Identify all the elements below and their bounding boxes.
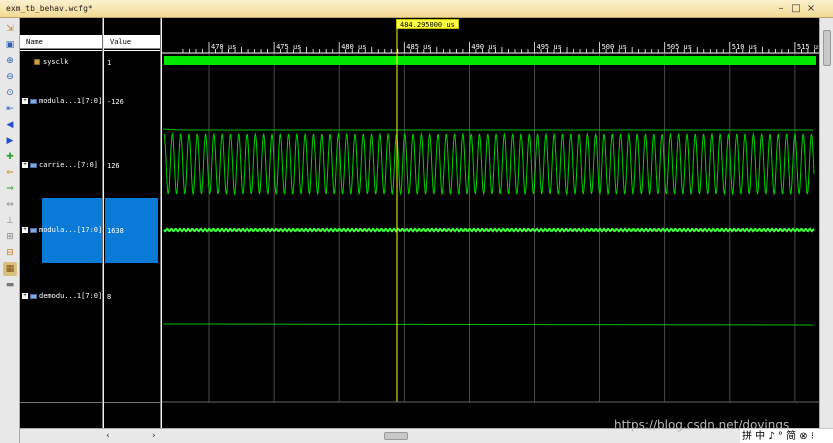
name-pane-hscroll[interactable] bbox=[20, 428, 104, 443]
scroll-right-icon[interactable]: › bbox=[152, 431, 156, 441]
scroll-left-icon[interactable]: ‹ bbox=[106, 431, 110, 441]
tick-label: 470 us bbox=[211, 43, 236, 51]
minimize-button[interactable]: – bbox=[775, 3, 787, 15]
close-button[interactable]: × bbox=[805, 3, 817, 15]
wave-scroll-thumb[interactable] bbox=[384, 432, 408, 440]
tick-label: 480 us bbox=[341, 43, 366, 51]
tick-label: 510 us bbox=[732, 43, 757, 51]
zoom-out-icon[interactable]: ⊖ bbox=[3, 70, 17, 84]
bus-signal-icon bbox=[30, 98, 37, 104]
add-marker-icon[interactable]: ✚ bbox=[3, 150, 17, 164]
bus-signal-icon bbox=[30, 162, 37, 168]
maximize-button[interactable]: □ bbox=[790, 3, 802, 15]
expand-toggle-icon[interactable]: + bbox=[22, 162, 28, 168]
next-marker-icon[interactable]: ⇒ bbox=[3, 182, 17, 196]
signal-name: sysclk bbox=[43, 58, 69, 66]
modulated-waveform bbox=[163, 227, 815, 233]
tick-label: 490 us bbox=[471, 43, 496, 51]
zoom-full-icon[interactable]: ⊙ bbox=[3, 86, 17, 100]
tick-label: 515 us bbox=[797, 43, 819, 51]
bus-signal-icon bbox=[30, 293, 37, 299]
cursor-time-label[interactable]: 484.295000 us bbox=[396, 19, 459, 29]
vertical-scrollbar[interactable] bbox=[819, 18, 833, 428]
collapse-icon[interactable]: ⊟ bbox=[3, 246, 17, 260]
signal-name: modula...[17:0] bbox=[39, 226, 103, 234]
header-separator bbox=[104, 50, 160, 51]
header-separator bbox=[20, 50, 102, 51]
modulator-waveform bbox=[162, 128, 813, 131]
expand-icon[interactable]: ⊞ bbox=[3, 230, 17, 244]
left-toolbar: ⇲ ▣ ⊕ ⊖ ⊙ ⇤ ◀ ▶ ✚ ⇐ ⇒ ⇔ ⊥ ⊞ ⊟ ▦ ▬ bbox=[0, 18, 20, 443]
signal-row-carrier[interactable]: + carrie...[7:0] bbox=[22, 161, 98, 169]
vertical-scroll-thumb[interactable] bbox=[823, 30, 831, 66]
signal-name: modula...1[7:0] bbox=[39, 97, 103, 105]
tick-label: 475 us bbox=[276, 43, 301, 51]
demodulated-waveform bbox=[162, 323, 814, 326]
signal-name: carrie...[7:0] bbox=[39, 161, 99, 169]
name-column-header[interactable]: Name bbox=[20, 35, 102, 49]
prev-edge-icon[interactable]: ◀ bbox=[3, 118, 17, 132]
window-titlebar: exm_tb_behav.wcfg* – □ × bbox=[0, 0, 833, 18]
signal-row-sysclk[interactable]: sysclk bbox=[34, 58, 68, 66]
value-pane-hscroll[interactable]: ‹ › bbox=[104, 428, 162, 443]
value-column-header[interactable]: Value bbox=[104, 35, 160, 49]
tick-label: 500 us bbox=[602, 43, 627, 51]
signal-row-demodulated[interactable]: + demodu...1[7:0] bbox=[22, 292, 102, 300]
sysclk-waveform bbox=[164, 56, 816, 65]
signal-name-pane: Name sysclk + modula...1[7:0] + carrie..… bbox=[20, 18, 103, 428]
expand-toggle-icon[interactable]: + bbox=[22, 293, 28, 299]
prev-marker-icon[interactable]: ⇐ bbox=[3, 166, 17, 180]
waveform-canvas[interactable]: 470 us 475 us 480 us 485 us 490 us 495 us 500 … bbox=[162, 18, 819, 428]
carrier-waveform bbox=[163, 132, 815, 196]
signal-value: 8 bbox=[107, 293, 112, 301]
waveform-pane[interactable]: 470 us 475 us 480 us 485 us 490 us 495 us 500 … bbox=[162, 18, 819, 428]
window-title: exm_tb_behav.wcfg* bbox=[6, 4, 93, 13]
bus-signal-icon bbox=[30, 227, 37, 233]
grid-icon[interactable]: ▦ bbox=[3, 262, 17, 276]
zoom-fit-icon[interactable]: ⇲ bbox=[3, 22, 17, 36]
signal-value: 1 bbox=[107, 59, 112, 67]
expand-toggle-icon[interactable]: + bbox=[22, 227, 28, 233]
timeline-ruler: 470 us 475 us 480 us 485 us 490 us 495 us 500 … bbox=[162, 42, 819, 54]
bottom-separator bbox=[104, 402, 160, 403]
tick-label: 485 us bbox=[406, 43, 431, 51]
snap-icon[interactable]: ⊥ bbox=[3, 214, 17, 228]
zoom-in-icon[interactable]: ⊕ bbox=[3, 54, 17, 68]
signal-row-modulated[interactable]: + modula...[17:0] bbox=[22, 226, 102, 234]
signal-name: demodu...1[7:0] bbox=[39, 292, 103, 300]
signal-value: -126 bbox=[107, 98, 124, 106]
ime-status-bar[interactable]: 拼 中 ♪ ° 简 ⊗ ⁝ bbox=[740, 428, 833, 443]
cursor-icon[interactable]: ▬ bbox=[3, 278, 17, 292]
signal-row-modulator[interactable]: + modula...1[7:0] bbox=[22, 97, 102, 105]
tick-label: 495 us bbox=[537, 43, 562, 51]
clock-signal-icon bbox=[34, 59, 40, 65]
bottom-separator bbox=[20, 402, 102, 403]
signal-value: 126 bbox=[107, 162, 120, 170]
swap-cursor-icon[interactable]: ⇔ bbox=[3, 198, 17, 212]
save-icon[interactable]: ▣ bbox=[3, 38, 17, 52]
expand-toggle-icon[interactable]: + bbox=[22, 98, 28, 104]
signal-value: 1638 bbox=[107, 227, 124, 235]
next-edge-icon[interactable]: ▶ bbox=[3, 134, 17, 148]
go-start-icon[interactable]: ⇤ bbox=[3, 102, 17, 116]
signal-value-pane: Value 1 -126 126 1638 8 bbox=[104, 18, 161, 428]
grid-lines bbox=[208, 54, 796, 402]
tick-label: 505 us bbox=[667, 43, 692, 51]
